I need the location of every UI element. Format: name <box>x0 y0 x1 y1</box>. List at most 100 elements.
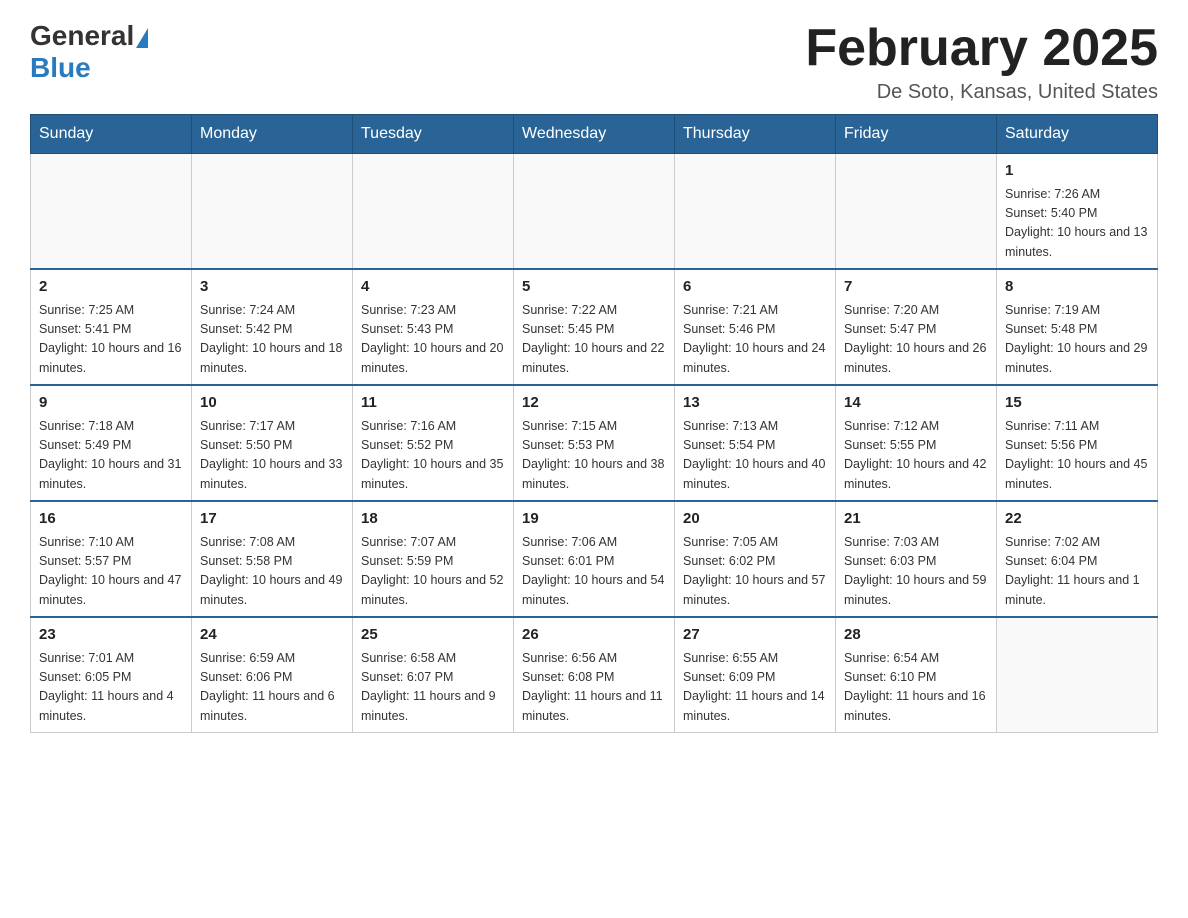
day-number: 1 <box>1005 160 1149 183</box>
day-number: 4 <box>361 276 505 299</box>
calendar-day-cell <box>836 154 997 270</box>
weekday-header-row: SundayMondayTuesdayWednesdayThursdayFrid… <box>31 115 1158 154</box>
day-info: Sunrise: 7:26 AMSunset: 5:40 PMDaylight:… <box>1005 185 1149 263</box>
calendar-table: SundayMondayTuesdayWednesdayThursdayFrid… <box>30 114 1158 733</box>
day-info: Sunrise: 7:01 AMSunset: 6:05 PMDaylight:… <box>39 649 183 727</box>
calendar-day-cell: 1Sunrise: 7:26 AMSunset: 5:40 PMDaylight… <box>997 154 1158 270</box>
calendar-week-row: 2Sunrise: 7:25 AMSunset: 5:41 PMDaylight… <box>31 269 1158 385</box>
calendar-week-row: 9Sunrise: 7:18 AMSunset: 5:49 PMDaylight… <box>31 385 1158 501</box>
calendar-day-cell: 15Sunrise: 7:11 AMSunset: 5:56 PMDayligh… <box>997 385 1158 501</box>
day-info: Sunrise: 6:59 AMSunset: 6:06 PMDaylight:… <box>200 649 344 727</box>
day-number: 16 <box>39 508 183 531</box>
day-number: 15 <box>1005 392 1149 415</box>
day-info: Sunrise: 7:24 AMSunset: 5:42 PMDaylight:… <box>200 301 344 379</box>
day-info: Sunrise: 7:23 AMSunset: 5:43 PMDaylight:… <box>361 301 505 379</box>
weekday-header-saturday: Saturday <box>997 115 1158 154</box>
calendar-day-cell: 12Sunrise: 7:15 AMSunset: 5:53 PMDayligh… <box>514 385 675 501</box>
day-info: Sunrise: 7:12 AMSunset: 5:55 PMDaylight:… <box>844 417 988 495</box>
calendar-day-cell: 2Sunrise: 7:25 AMSunset: 5:41 PMDaylight… <box>31 269 192 385</box>
weekday-header-tuesday: Tuesday <box>353 115 514 154</box>
calendar-week-row: 16Sunrise: 7:10 AMSunset: 5:57 PMDayligh… <box>31 501 1158 617</box>
day-number: 2 <box>39 276 183 299</box>
day-number: 13 <box>683 392 827 415</box>
day-number: 6 <box>683 276 827 299</box>
logo: General Blue <box>30 20 150 84</box>
day-number: 20 <box>683 508 827 531</box>
day-number: 21 <box>844 508 988 531</box>
calendar-day-cell: 19Sunrise: 7:06 AMSunset: 6:01 PMDayligh… <box>514 501 675 617</box>
weekday-header-sunday: Sunday <box>31 115 192 154</box>
calendar-day-cell: 10Sunrise: 7:17 AMSunset: 5:50 PMDayligh… <box>192 385 353 501</box>
calendar-day-cell <box>514 154 675 270</box>
day-info: Sunrise: 7:13 AMSunset: 5:54 PMDaylight:… <box>683 417 827 495</box>
calendar-day-cell: 24Sunrise: 6:59 AMSunset: 6:06 PMDayligh… <box>192 617 353 733</box>
day-number: 17 <box>200 508 344 531</box>
calendar-week-row: 23Sunrise: 7:01 AMSunset: 6:05 PMDayligh… <box>31 617 1158 733</box>
month-title: February 2025 <box>805 20 1158 77</box>
day-info: Sunrise: 7:03 AMSunset: 6:03 PMDaylight:… <box>844 533 988 611</box>
calendar-day-cell <box>675 154 836 270</box>
day-number: 22 <box>1005 508 1149 531</box>
day-number: 7 <box>844 276 988 299</box>
day-number: 8 <box>1005 276 1149 299</box>
day-number: 10 <box>200 392 344 415</box>
day-number: 12 <box>522 392 666 415</box>
day-info: Sunrise: 7:25 AMSunset: 5:41 PMDaylight:… <box>39 301 183 379</box>
day-info: Sunrise: 7:08 AMSunset: 5:58 PMDaylight:… <box>200 533 344 611</box>
calendar-day-cell: 20Sunrise: 7:05 AMSunset: 6:02 PMDayligh… <box>675 501 836 617</box>
day-number: 11 <box>361 392 505 415</box>
calendar-day-cell <box>31 154 192 270</box>
day-number: 14 <box>844 392 988 415</box>
calendar-day-cell <box>997 617 1158 733</box>
day-info: Sunrise: 6:55 AMSunset: 6:09 PMDaylight:… <box>683 649 827 727</box>
day-info: Sunrise: 7:02 AMSunset: 6:04 PMDaylight:… <box>1005 533 1149 611</box>
calendar-day-cell: 7Sunrise: 7:20 AMSunset: 5:47 PMDaylight… <box>836 269 997 385</box>
logo-blue-text: Blue <box>30 52 91 83</box>
logo-general-text: General <box>30 20 134 52</box>
calendar-day-cell: 14Sunrise: 7:12 AMSunset: 5:55 PMDayligh… <box>836 385 997 501</box>
weekday-header-wednesday: Wednesday <box>514 115 675 154</box>
day-info: Sunrise: 7:11 AMSunset: 5:56 PMDaylight:… <box>1005 417 1149 495</box>
calendar-day-cell: 4Sunrise: 7:23 AMSunset: 5:43 PMDaylight… <box>353 269 514 385</box>
weekday-header-monday: Monday <box>192 115 353 154</box>
day-info: Sunrise: 6:56 AMSunset: 6:08 PMDaylight:… <box>522 649 666 727</box>
calendar-week-row: 1Sunrise: 7:26 AMSunset: 5:40 PMDaylight… <box>31 154 1158 270</box>
day-number: 28 <box>844 624 988 647</box>
day-number: 18 <box>361 508 505 531</box>
day-number: 25 <box>361 624 505 647</box>
calendar-day-cell: 9Sunrise: 7:18 AMSunset: 5:49 PMDaylight… <box>31 385 192 501</box>
calendar-day-cell: 16Sunrise: 7:10 AMSunset: 5:57 PMDayligh… <box>31 501 192 617</box>
day-info: Sunrise: 7:15 AMSunset: 5:53 PMDaylight:… <box>522 417 666 495</box>
day-info: Sunrise: 6:58 AMSunset: 6:07 PMDaylight:… <box>361 649 505 727</box>
day-info: Sunrise: 7:20 AMSunset: 5:47 PMDaylight:… <box>844 301 988 379</box>
day-info: Sunrise: 7:22 AMSunset: 5:45 PMDaylight:… <box>522 301 666 379</box>
day-info: Sunrise: 6:54 AMSunset: 6:10 PMDaylight:… <box>844 649 988 727</box>
day-number: 24 <box>200 624 344 647</box>
weekday-header-thursday: Thursday <box>675 115 836 154</box>
calendar-day-cell: 3Sunrise: 7:24 AMSunset: 5:42 PMDaylight… <box>192 269 353 385</box>
weekday-header-friday: Friday <box>836 115 997 154</box>
calendar-day-cell: 26Sunrise: 6:56 AMSunset: 6:08 PMDayligh… <box>514 617 675 733</box>
day-number: 3 <box>200 276 344 299</box>
calendar-day-cell: 6Sunrise: 7:21 AMSunset: 5:46 PMDaylight… <box>675 269 836 385</box>
calendar-day-cell <box>192 154 353 270</box>
location-text: De Soto, Kansas, United States <box>805 81 1158 104</box>
day-info: Sunrise: 7:05 AMSunset: 6:02 PMDaylight:… <box>683 533 827 611</box>
day-number: 19 <box>522 508 666 531</box>
calendar-day-cell: 18Sunrise: 7:07 AMSunset: 5:59 PMDayligh… <box>353 501 514 617</box>
day-number: 27 <box>683 624 827 647</box>
calendar-day-cell <box>353 154 514 270</box>
calendar-day-cell: 11Sunrise: 7:16 AMSunset: 5:52 PMDayligh… <box>353 385 514 501</box>
calendar-day-cell: 23Sunrise: 7:01 AMSunset: 6:05 PMDayligh… <box>31 617 192 733</box>
day-info: Sunrise: 7:16 AMSunset: 5:52 PMDaylight:… <box>361 417 505 495</box>
calendar-day-cell: 5Sunrise: 7:22 AMSunset: 5:45 PMDaylight… <box>514 269 675 385</box>
day-number: 23 <box>39 624 183 647</box>
day-number: 5 <box>522 276 666 299</box>
day-number: 26 <box>522 624 666 647</box>
day-info: Sunrise: 7:06 AMSunset: 6:01 PMDaylight:… <box>522 533 666 611</box>
day-info: Sunrise: 7:19 AMSunset: 5:48 PMDaylight:… <box>1005 301 1149 379</box>
day-info: Sunrise: 7:17 AMSunset: 5:50 PMDaylight:… <box>200 417 344 495</box>
day-number: 9 <box>39 392 183 415</box>
day-info: Sunrise: 7:10 AMSunset: 5:57 PMDaylight:… <box>39 533 183 611</box>
title-section: February 2025 De Soto, Kansas, United St… <box>805 20 1158 104</box>
